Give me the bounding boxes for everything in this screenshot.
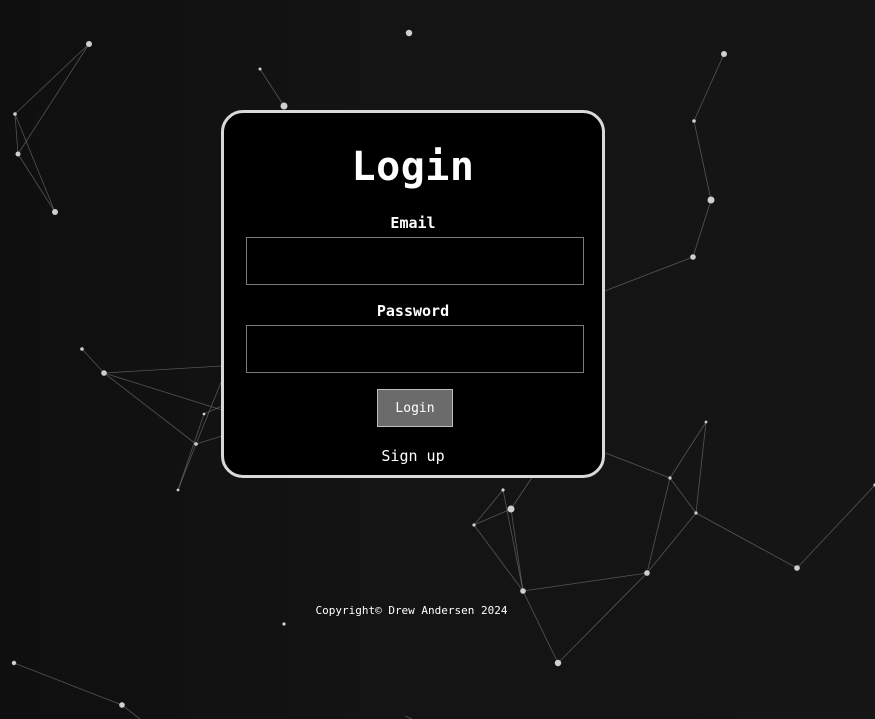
email-label: Email (390, 214, 436, 232)
email-field[interactable] (246, 237, 584, 285)
login-button[interactable]: Login (377, 389, 453, 427)
copyright-footer: Copyright© Drew Andersen 2024 (315, 604, 508, 617)
password-label: Password (376, 302, 450, 320)
password-field[interactable] (246, 325, 584, 373)
login-card: Login Email Password Login Sign up (221, 110, 605, 478)
login-title: Login (351, 144, 475, 190)
page-background: Login Email Password Login Sign up Copyr… (0, 0, 875, 719)
signup-link[interactable]: Sign up (224, 447, 602, 465)
